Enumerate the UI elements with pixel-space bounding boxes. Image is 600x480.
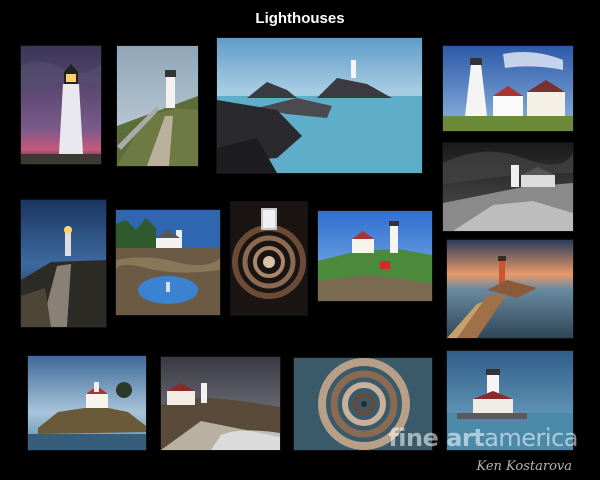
photo-white-lighthouse-dusk[interactable] [21,46,101,164]
watermark-brand: fine art [388,424,485,452]
photo-lighthouse-red-shed[interactable] [318,211,432,301]
photo-red-lighthouse-sunset[interactable] [447,240,573,338]
photo-tide-pool-reflection[interactable] [116,210,220,315]
page-title: Lighthouses [255,10,345,27]
photo-lighthouse-keeper-house[interactable] [443,46,573,131]
photo-bw-lighthouse[interactable] [443,143,573,231]
photo-shore-lighthouse[interactable] [161,357,280,450]
photo-causeway-night[interactable] [21,200,106,327]
watermark: fine artamerica [388,424,578,452]
watermark-brand2: america [484,424,578,452]
photo-lighthouse-steps[interactable] [117,46,198,166]
photo-spiral-staircase-up[interactable] [231,202,307,315]
photo-rocky-island-lighthouse[interactable] [28,356,146,450]
photo-sea-rock-lighthouse[interactable] [217,38,422,173]
signature: Ken Kostarova [476,459,572,474]
